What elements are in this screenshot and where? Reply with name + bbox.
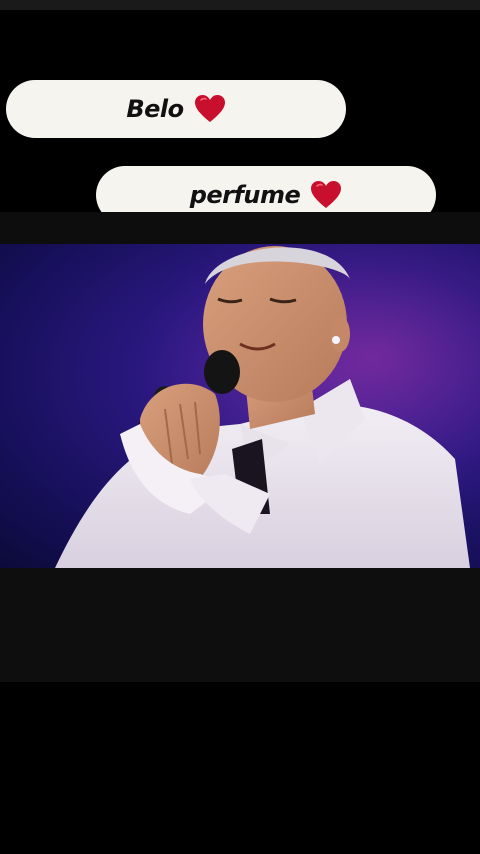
video-frame[interactable] xyxy=(0,244,480,568)
singer-illustration xyxy=(0,244,480,568)
letterbox-band-bottom xyxy=(0,568,480,682)
red-heart-icon xyxy=(311,181,342,208)
caption-text: Belo xyxy=(126,95,184,123)
caption-pill-belo: Belo xyxy=(6,80,346,138)
letterbox-band-top xyxy=(0,212,480,244)
top-strip xyxy=(0,0,480,10)
red-heart-icon xyxy=(194,95,225,122)
empty-black-area xyxy=(0,682,480,854)
caption-text: perfume xyxy=(189,181,301,209)
